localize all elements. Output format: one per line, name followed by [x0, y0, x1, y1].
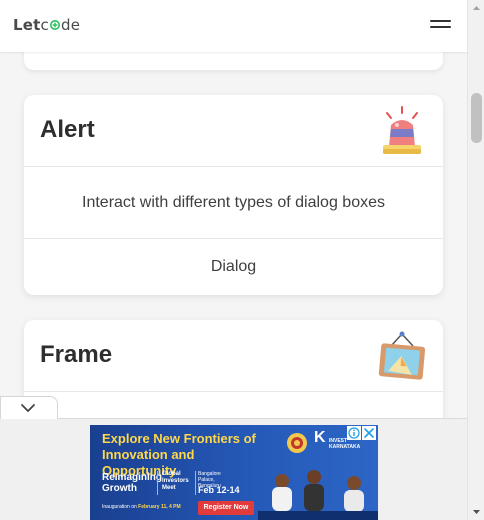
card-title: Alert [40, 116, 95, 143]
dialog-link[interactable]: Dialog [24, 239, 443, 295]
karnataka-emblem-icon [287, 433, 307, 453]
navbar: Letc de [0, 0, 467, 52]
ad-subline: Reimagining Growth [102, 472, 163, 494]
register-now-button[interactable]: Register Now [198, 501, 254, 515]
logo-text-let: Let [13, 16, 41, 34]
letcode-logo[interactable]: Letc de [13, 16, 80, 34]
ad-info-icon[interactable] [347, 426, 361, 440]
alert-card-description: Interact with different types of dialog … [24, 167, 443, 239]
ad-banner-container: Explore New Frontiers of Innovation and … [0, 418, 467, 520]
vertical-scrollbar[interactable] [467, 0, 484, 520]
ad-banner[interactable]: Explore New Frontiers of Innovation and … [90, 425, 378, 520]
ad-inauguration: Inauguration on February 11, 4 PM [102, 504, 181, 510]
ad-divider [195, 471, 196, 495]
alert-card: Alert Interact with different types of d… [24, 95, 443, 295]
framed-picture-icon [378, 331, 426, 380]
ad-collapse-toggle[interactable] [0, 396, 58, 419]
plus-icon [49, 20, 60, 30]
ad-date: Feb 12-14 [198, 485, 240, 495]
frame-card-header: Frame [24, 320, 443, 392]
chevron-down-icon [21, 404, 35, 413]
hamburger-menu-icon[interactable] [430, 17, 452, 31]
logo-text-de: de [60, 16, 81, 34]
ad-close-icon[interactable] [362, 426, 376, 440]
scrollbar-thumb[interactable] [471, 93, 482, 143]
scroll-down-arrow-icon[interactable] [468, 503, 484, 520]
ad-dignitaries-image [258, 470, 378, 520]
scroll-up-arrow-icon[interactable] [468, 0, 484, 17]
alert-card-header: Alert [24, 95, 443, 167]
invest-k-mark: K [314, 429, 326, 446]
ad-divider [157, 471, 158, 495]
ad-inauguration-label: Inauguration on [102, 504, 137, 510]
ad-inauguration-date: February 11, 4 PM [138, 504, 181, 510]
siren-icon [383, 106, 421, 154]
card-title: Frame [40, 341, 113, 368]
ad-global-investors: Global Investors Meet [162, 471, 189, 491]
